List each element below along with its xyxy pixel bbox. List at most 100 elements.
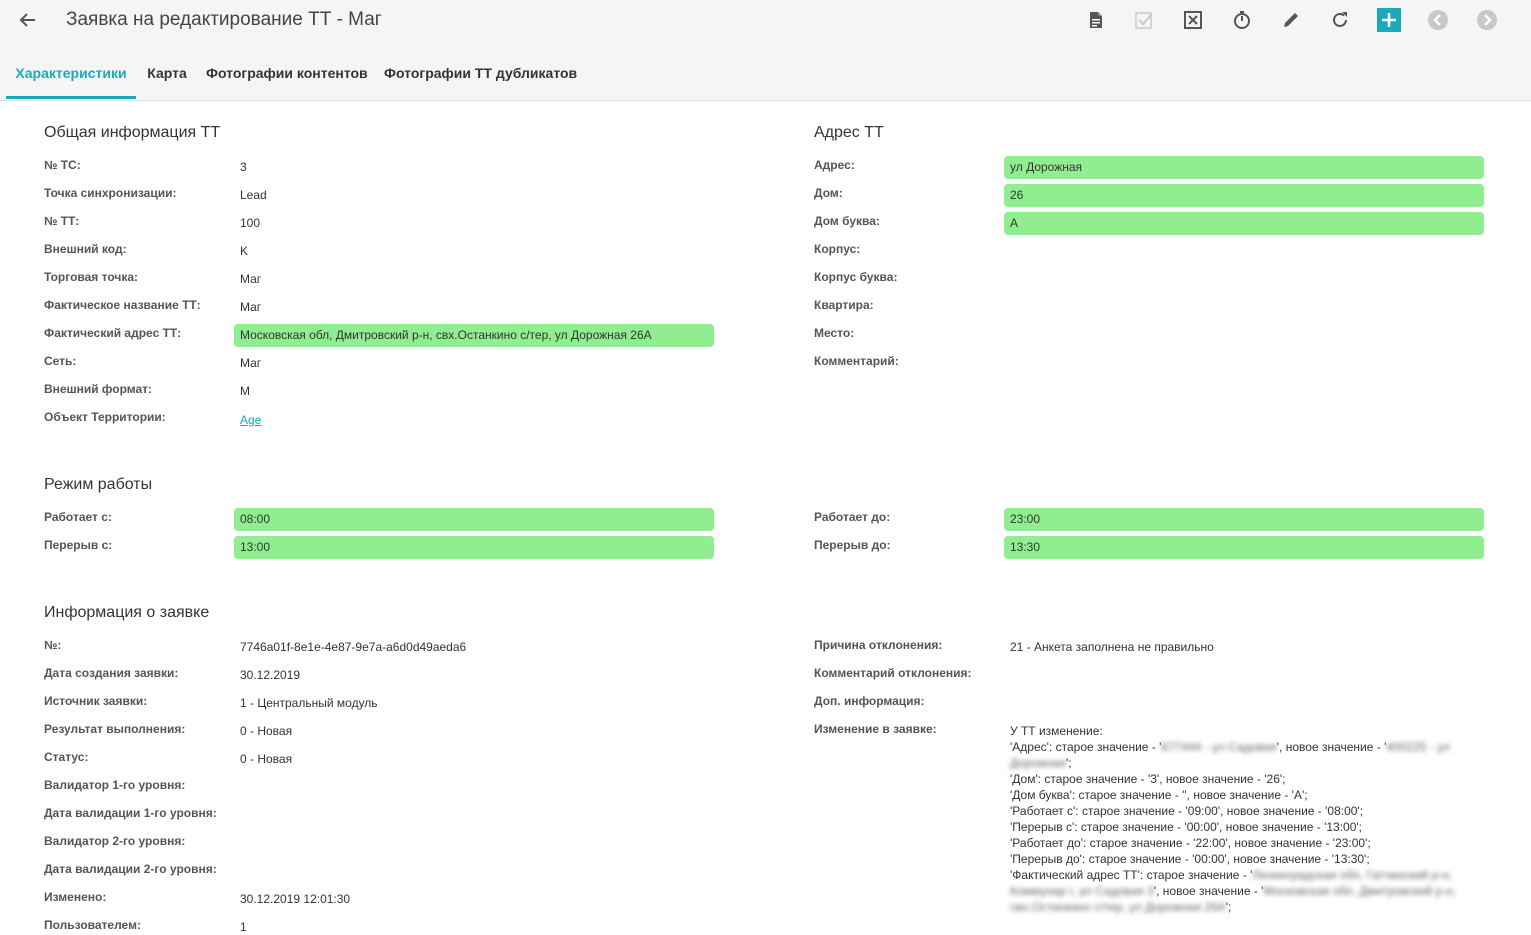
field-label-request-changes: Изменение в заявке:: [814, 722, 937, 736]
close-box-icon: [1184, 11, 1202, 29]
arrow-left-icon: [19, 13, 35, 27]
blurred-text: Дорожная: [1010, 756, 1066, 770]
field-label-validator-2: Валидатор 2-го уровня:: [44, 834, 186, 848]
field-value-outlet: Маг: [240, 272, 262, 286]
field-value-sync-point: Lead: [240, 188, 267, 202]
field-label-building: Корпус:: [814, 242, 861, 256]
field-label-address: Адрес:: [814, 158, 855, 172]
timer-button[interactable]: [1228, 6, 1256, 34]
blurred-text: свх.Останкино с/тер, ул Дорожная 26А: [1010, 900, 1226, 914]
add-button[interactable]: [1375, 6, 1403, 34]
field-label-actual-address: Фактический адрес ТТ:: [44, 326, 182, 340]
changes-line: 'Фактический адрес ТТ': старое значение …: [1010, 867, 1480, 883]
field-label-building-letter: Корпус буква:: [814, 270, 898, 284]
blurred-text: 400225 - ул: [1386, 740, 1450, 754]
changes-line: свх.Останкино с/тер, ул Дорожная 26А';: [1010, 899, 1480, 915]
arrow-left-circle-icon: [1428, 10, 1448, 30]
field-value-tt-number: 100: [240, 216, 261, 230]
field-label-sync-point: Точка синхронизации:: [44, 186, 177, 200]
field-label-outlet: Торговая точка:: [44, 270, 139, 284]
changes-line: Дорожная';: [1010, 755, 1480, 771]
address-title: Адрес ТТ: [814, 124, 884, 141]
field-label-place: Место:: [814, 326, 855, 340]
next-button[interactable]: [1473, 6, 1501, 34]
field-value-actual-name: Маг: [240, 300, 262, 314]
tab-characteristics[interactable]: Характеристики: [6, 44, 136, 99]
field-label-works-to: Работает до:: [814, 510, 891, 524]
field-label-house: Дом:: [814, 186, 843, 200]
field-value-break-to: 13:30: [1004, 536, 1484, 559]
field-label-validation-date-1: Дата валидации 1-го уровня:: [44, 806, 217, 820]
changes-line: 'Перерыв до': старое значение - '00:00',…: [1010, 852, 1370, 866]
changes-line: Коммунар г, ул Садовая 3', новое значени…: [1010, 883, 1480, 899]
field-label-break-from: Перерыв с:: [44, 538, 113, 552]
changes-line: У ТТ изменение:: [1010, 724, 1103, 738]
approve-button[interactable]: [1130, 6, 1158, 34]
document-button[interactable]: [1082, 6, 1110, 34]
document-icon: [1090, 12, 1102, 28]
field-value-result: 0 - Новая: [240, 724, 293, 738]
field-value-works-to: 23:00: [1004, 508, 1484, 531]
timer-icon: [1234, 11, 1250, 29]
general-info-title: Общая информация ТТ: [44, 124, 221, 141]
field-value-user: 1: [240, 920, 247, 934]
field-value-modified: 30.12.2019 12:01:30: [240, 892, 351, 906]
reject-button[interactable]: [1179, 6, 1207, 34]
changes-text: 'Адрес': старое значение - ': [1010, 740, 1162, 754]
field-label-user: Пользователем:: [44, 918, 141, 932]
prev-button[interactable]: [1424, 6, 1452, 34]
field-label-external-format: Внешний формат:: [44, 382, 153, 396]
field-label-reject-comment: Комментарий отклонения:: [814, 666, 972, 680]
tab-map[interactable]: Карта: [146, 44, 188, 99]
field-value-external-format: M: [240, 384, 250, 398]
blurred-text: Ленинградская обл, Гатчинский р-н,: [1252, 868, 1453, 882]
tab-duplicate-photos[interactable]: Фотографии ТТ дубликатов: [384, 44, 577, 99]
changes-text: ';: [1065, 756, 1072, 770]
field-label-tt-number: № ТТ:: [44, 214, 80, 228]
changes-text: ';: [1225, 900, 1232, 914]
changes-text: ', новое значение - ': [1153, 884, 1264, 898]
changes-line: 'Работает с': старое значение - '09:00',…: [1010, 804, 1364, 818]
territory-link[interactable]: Age: [240, 413, 261, 427]
edit-button[interactable]: [1277, 6, 1305, 34]
field-label-validation-date-2: Дата валидации 2-го уровня:: [44, 862, 217, 876]
field-value-house-letter: А: [1004, 212, 1484, 235]
field-value-status: 0 - Новая: [240, 752, 293, 766]
field-label-tc: № ТС:: [44, 158, 81, 172]
request-info-title: Информация о заявке: [44, 604, 210, 621]
field-label-network: Сеть:: [44, 354, 77, 368]
changes-line: 'Работает до': старое значение - '22:00'…: [1010, 836, 1371, 850]
check-icon: [1135, 12, 1153, 29]
changes-line: 'Дом буква': старое значение - '', новое…: [1010, 788, 1308, 802]
field-label-works-from: Работает с:: [44, 510, 112, 524]
changes-line: 'Адрес': старое значение - '677444 - ул …: [1010, 739, 1480, 755]
field-value-address: ул Дорожная: [1004, 156, 1484, 179]
field-value-request-id: 7746a01f-8e1e-4e87-9e7a-a6d0d49aeda6: [240, 640, 467, 654]
field-value-network: Маг: [240, 356, 262, 370]
schedule-title: Режим работы: [44, 476, 153, 493]
back-button[interactable]: [14, 6, 42, 34]
field-label-comment: Комментарий:: [814, 354, 899, 368]
field-label-result: Результат выполнения:: [44, 722, 186, 736]
field-value-works-from: 08:00: [234, 508, 714, 531]
field-value-reject-reason: 21 - Анкета заполнена не правильно: [1010, 640, 1214, 654]
arrow-right-circle-icon: [1477, 10, 1497, 30]
field-value-house: 26: [1004, 184, 1484, 207]
refresh-icon: [1333, 12, 1347, 27]
field-label-extra-info: Доп. информация:: [814, 694, 925, 708]
field-label-modified: Изменено:: [44, 890, 107, 904]
field-label-validator-1: Валидатор 1-го уровня:: [44, 778, 186, 792]
field-label-request-id: №:: [44, 638, 62, 652]
field-label-source: Источник заявки:: [44, 694, 148, 708]
field-label-territory: Объект Территории:: [44, 410, 166, 424]
field-value-external-code: K: [240, 244, 249, 258]
blurred-text: 677444 - ул Садовая: [1161, 740, 1277, 754]
changes-line: 'Дом': старое значение - '3', новое знач…: [1010, 772, 1286, 786]
tab-content-photos[interactable]: Фотографии контентов: [206, 44, 368, 99]
field-label-house-letter: Дом буква:: [814, 214, 880, 228]
field-label-break-to: Перерыв до:: [814, 538, 891, 552]
plus-icon: [1377, 8, 1401, 32]
refresh-button[interactable]: [1326, 6, 1354, 34]
field-label-actual-name: Фактическое название ТТ:: [44, 298, 201, 312]
field-label-apartment: Квартира:: [814, 298, 874, 312]
